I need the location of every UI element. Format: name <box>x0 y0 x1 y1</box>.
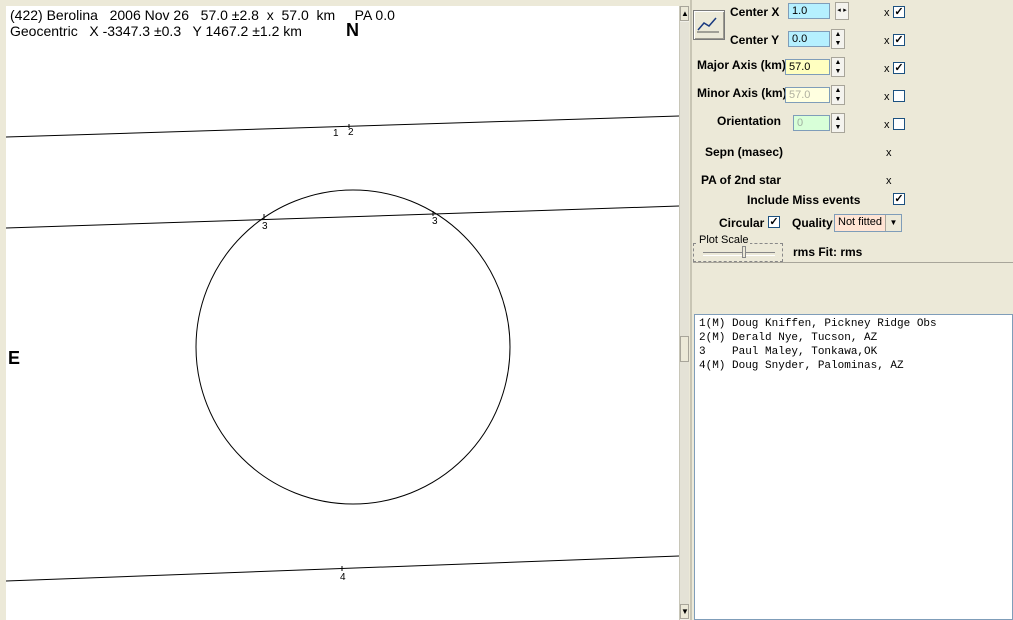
center-y-fit-label: x <box>884 35 890 47</box>
plot-scale-slider-track[interactable] <box>703 252 775 256</box>
list-item[interactable]: 3 Paul Maley, Tonkawa,OK <box>695 345 1012 359</box>
spin-down-icon[interactable]: ▼ <box>832 67 844 76</box>
orientation-input[interactable]: 0 <box>793 115 830 131</box>
compass-north-label: N <box>346 20 359 40</box>
spin-up-icon[interactable]: ▲ <box>832 30 844 39</box>
orientation-spinner[interactable]: ▲ ▼ <box>831 113 845 133</box>
spin-down-icon[interactable]: ▼ <box>832 39 844 48</box>
plot-vertical-scrollbar[interactable]: ▲ ▼ <box>679 6 689 620</box>
profile-plot[interactable]: 1 2 3 3 4 (422) Berolina 2006 Nov 26 57.… <box>6 6 679 620</box>
fit-plot-button[interactable] <box>693 10 725 40</box>
pa-2nd-star-label: PA of 2nd star <box>701 173 782 187</box>
circular-label: Circular <box>719 216 765 230</box>
orientation-fit-checkbox[interactable] <box>893 118 905 130</box>
minor-axis-fit-label: x <box>884 91 890 103</box>
plot-header-line2: Geocentric X -3347.3 ±0.3 Y 1467.2 ±1.2 … <box>10 23 302 39</box>
chord-label-1: 1 <box>333 128 339 139</box>
scroll-down-arrow[interactable]: ▼ <box>680 604 689 619</box>
chevron-down-icon[interactable]: ▼ <box>885 215 901 231</box>
orientation-label: Orientation <box>717 114 782 128</box>
chart-line-icon <box>697 17 719 33</box>
plot-scale-label: Plot Scale <box>698 234 750 246</box>
chord-line-1 <box>6 115 679 138</box>
quality-label: Quality <box>792 216 833 230</box>
include-miss-events-checkbox[interactable]: ✓ <box>893 193 905 205</box>
center-x-fit-label: x <box>884 7 890 19</box>
observer-list[interactable]: 1(M) Doug Kniffen, Pickney Ridge Obs 2(M… <box>694 314 1013 620</box>
major-axis-spinner[interactable]: ▲ ▼ <box>831 57 845 77</box>
quality-selected-value: Not fitted <box>838 216 883 228</box>
center-y-label: Center Y <box>730 33 780 47</box>
minor-axis-label: Minor Axis (km) <box>697 86 787 100</box>
pa-2nd-star-fit-label: x <box>886 175 892 187</box>
chord-line-3 <box>6 205 679 229</box>
chord-label-4: 4 <box>340 572 346 583</box>
list-item[interactable]: 2(M) Derald Nye, Tucson, AZ <box>695 331 1012 345</box>
chord-label-3a: 3 <box>262 221 268 232</box>
plot-scale-slider-thumb[interactable] <box>742 246 746 258</box>
spin-down-icon[interactable]: ▼ <box>832 95 844 104</box>
sepn-label: Sepn (masec) <box>705 145 784 159</box>
separator <box>693 262 1013 263</box>
major-axis-label: Major Axis (km) <box>697 58 786 72</box>
spin-down-icon[interactable]: ▼ <box>832 123 844 132</box>
major-axis-fit-checkbox[interactable]: ✓ <box>893 62 905 74</box>
quality-dropdown[interactable]: Not fitted ▼ <box>834 214 902 232</box>
rms-fit-label: rms Fit: rms <box>793 245 863 259</box>
scroll-thumb[interactable] <box>680 336 689 362</box>
major-axis-fit-label: x <box>884 63 890 75</box>
panel-divider <box>690 0 692 620</box>
list-item[interactable]: 4(M) Doug Snyder, Palominas, AZ <box>695 359 1012 373</box>
chord-label-2: 2 <box>348 127 354 138</box>
center-x-fit-checkbox[interactable]: ✓ <box>893 6 905 18</box>
asteroid-profile-ellipse <box>195 189 511 505</box>
spin-up-icon[interactable]: ▲ <box>832 114 844 123</box>
major-axis-input[interactable]: 57.0 <box>785 59 830 75</box>
scroll-up-arrow[interactable]: ▲ <box>680 6 689 21</box>
scroll-track[interactable] <box>680 22 689 604</box>
include-miss-events-label: Include Miss events <box>747 193 861 207</box>
spin-up-icon[interactable]: ▲ <box>832 86 844 95</box>
plot-canvas: 1 2 3 3 4 <box>6 115 679 583</box>
spin-up-icon[interactable]: ▲ <box>832 58 844 67</box>
spin-right-icon[interactable]: ▸ <box>842 3 848 19</box>
minor-axis-input[interactable]: 57.0 <box>785 87 830 103</box>
center-x-spinner[interactable]: ◂ ▸ <box>835 2 849 20</box>
center-x-input[interactable]: 1.0 <box>788 3 830 19</box>
minor-axis-spinner[interactable]: ▲ ▼ <box>831 85 845 105</box>
list-item[interactable]: 1(M) Doug Kniffen, Pickney Ridge Obs <box>695 317 1012 331</box>
sepn-fit-label: x <box>886 147 892 159</box>
compass-east-label: E <box>8 348 21 368</box>
plot-header-line1: (422) Berolina 2006 Nov 26 57.0 ±2.8 x 5… <box>10 7 395 23</box>
center-y-input[interactable]: 0.0 <box>788 31 830 47</box>
center-y-spinner[interactable]: ▲ ▼ <box>831 29 845 49</box>
chord-label-3b: 3 <box>432 216 438 227</box>
center-x-label: Center X <box>730 5 780 19</box>
circular-checkbox[interactable]: ✓ <box>768 216 780 228</box>
center-y-fit-checkbox[interactable]: ✓ <box>893 34 905 46</box>
minor-axis-fit-checkbox[interactable] <box>893 90 905 102</box>
orientation-fit-label: x <box>884 119 890 131</box>
